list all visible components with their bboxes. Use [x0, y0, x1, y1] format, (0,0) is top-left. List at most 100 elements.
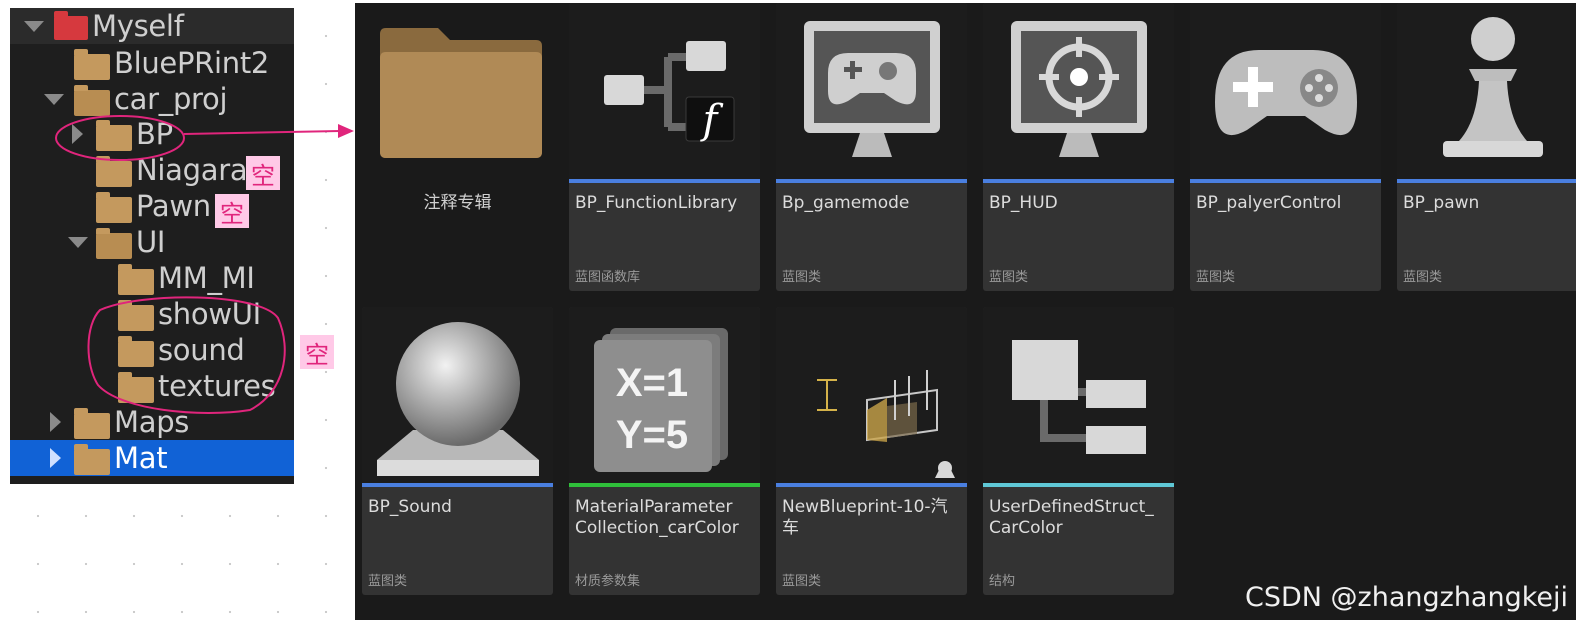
asset-name: MaterialParameter Collection_carColor	[575, 497, 739, 538]
tree-item-label: car_proj	[114, 82, 228, 116]
asset-type-bar	[362, 483, 553, 487]
asset-thumbnail	[1397, 3, 1576, 179]
tree-item-showui[interactable]: showUI	[10, 296, 294, 332]
tree-item-car-proj[interactable]: car_proj	[10, 81, 294, 117]
asset-tile[interactable]: BP_HUD 蓝图类	[983, 3, 1174, 291]
folder-open-icon	[96, 228, 132, 259]
x-equals-text: X=1	[615, 361, 687, 405]
asset-name: NewBlueprint-10-汽车	[782, 497, 948, 538]
tree-item-label: textures	[158, 369, 276, 403]
tree-item-blueprint2[interactable]: BluePRint2	[10, 45, 294, 81]
asset-tile[interactable]: BP_palyerControl 蓝图类	[1190, 3, 1381, 291]
asset-tile[interactable]: NewBlueprint-10-汽车 蓝图类	[776, 307, 967, 595]
asset-name: BP_HUD	[989, 193, 1058, 213]
material-parameter-collection-icon: X=1 Y=5	[593, 328, 728, 472]
collapse-arrow-icon[interactable]	[72, 124, 83, 144]
tree-item-label: BP	[136, 117, 173, 151]
folder-icon	[96, 120, 132, 151]
tree-item-bp[interactable]: BP	[10, 116, 294, 152]
asset-type-bar	[983, 483, 1174, 487]
asset-tile[interactable]: Bp_gamemode 蓝图类	[776, 3, 967, 291]
large-folder-icon	[379, 28, 542, 158]
asset-name: BP_Sound	[368, 497, 452, 517]
asset-type: 材质参数集	[575, 574, 641, 589]
tree-item-label: MM_MI	[158, 261, 255, 295]
tree-item-textures[interactable]: textures	[10, 368, 294, 404]
asset-thumbnail	[776, 3, 967, 179]
tree-item-ui[interactable]: UI	[10, 224, 294, 260]
asset-thumbnail: f	[569, 3, 760, 179]
sphere-icon	[376, 322, 539, 476]
folder-open-icon	[74, 85, 110, 116]
function-library-icon: f	[603, 41, 734, 143]
asset-type-bar	[569, 483, 760, 487]
expand-arrow-icon[interactable]	[24, 21, 44, 32]
asset-type: 蓝图类	[1403, 270, 1443, 285]
tree-item-label: BluePRint2	[114, 46, 270, 80]
folder-icon	[96, 156, 132, 187]
asset-thumbnail	[362, 3, 553, 179]
tree-item-label: Pawn	[136, 189, 211, 223]
asset-type-bar	[776, 483, 967, 487]
empty-annotation-tag: 空	[300, 335, 334, 369]
asset-type-bar	[1397, 179, 1576, 183]
tree-item-pawn[interactable]: Pawn	[10, 188, 294, 224]
asset-folder-tile[interactable]: 注释专辑	[362, 3, 553, 291]
asset-name: BP_pawn	[1403, 193, 1480, 213]
asset-name: BP_FunctionLibrary	[575, 193, 738, 213]
asset-tile[interactable]: X=1 Y=5 MaterialParameter Collection_car…	[569, 307, 760, 595]
folder-icon	[118, 336, 154, 367]
asset-thumbnail	[776, 307, 967, 483]
asset-name: UserDefinedStruct_ CarColor	[989, 497, 1154, 538]
pawn-icon	[1442, 17, 1543, 157]
tree-item-label: Myself	[92, 9, 184, 43]
empty-annotation-tag: 空	[246, 156, 280, 190]
asset-type: 结构	[989, 574, 1016, 589]
asset-type: 蓝图类	[782, 270, 822, 285]
asset-name: BP_palyerControl	[1196, 193, 1342, 213]
asset-type-bar	[776, 179, 967, 183]
folder-icon	[96, 192, 132, 223]
tree-item-mm-mi[interactable]: MM_MI	[10, 260, 294, 296]
asset-thumbnail: X=1 Y=5	[569, 307, 760, 483]
asset-thumbnail	[983, 3, 1174, 179]
gamepad-icon	[1214, 50, 1357, 136]
folder-tree-panel: Myself BluePRint2 car_proj BP Niagara Pa…	[10, 8, 294, 484]
tree-item-mat[interactable]: Mat	[10, 440, 294, 476]
tree-item-sound[interactable]: sound	[10, 332, 294, 368]
asset-tile[interactable]: BP_Sound 蓝图类	[362, 307, 553, 595]
asset-name: 注释专辑	[423, 193, 492, 213]
tree-item-maps[interactable]: Maps	[10, 404, 294, 440]
asset-thumbnail	[1190, 3, 1381, 179]
collapse-arrow-icon[interactable]	[50, 448, 61, 468]
asset-type: 蓝图类	[1196, 270, 1236, 285]
asset-type: 蓝图函数库	[575, 270, 641, 285]
blueprint-preview-icon	[816, 370, 955, 478]
asset-type-bar	[1190, 179, 1381, 183]
collapse-arrow-icon[interactable]	[50, 412, 61, 432]
asset-type-bar	[983, 179, 1174, 183]
tree-item-label: sound	[158, 333, 245, 367]
content-browser: 注释专辑 f BP_FunctionLibrary 蓝图函数库 Bp_gamem…	[355, 3, 1576, 620]
folder-icon	[74, 408, 110, 439]
tree-item-label: Mat	[114, 441, 168, 475]
folder-icon	[74, 444, 110, 475]
watermark: CSDN @zhangzhangkeji	[1245, 582, 1569, 613]
folder-icon	[74, 49, 110, 80]
asset-name: Bp_gamemode	[782, 193, 910, 213]
hud-monitor-icon	[1010, 21, 1147, 157]
folder-icon	[118, 300, 154, 331]
asset-thumbnail	[362, 307, 553, 483]
expand-arrow-icon[interactable]	[44, 94, 64, 105]
expand-arrow-icon[interactable]	[68, 237, 88, 248]
tree-item-label: Niagara	[136, 153, 248, 187]
asset-tile[interactable]: f BP_FunctionLibrary 蓝图函数库	[569, 3, 760, 291]
asset-tile[interactable]: BP_pawn 蓝图类	[1397, 3, 1576, 291]
tree-item-myself[interactable]: Myself	[10, 8, 294, 44]
asset-thumbnail	[983, 307, 1174, 483]
folder-icon	[118, 264, 154, 295]
asset-type: 蓝图类	[782, 574, 822, 589]
y-equals-text: Y=5	[615, 413, 687, 457]
asset-tile[interactable]: UserDefinedStruct_ CarColor 结构	[983, 307, 1174, 595]
tree-item-label: Maps	[114, 405, 190, 439]
